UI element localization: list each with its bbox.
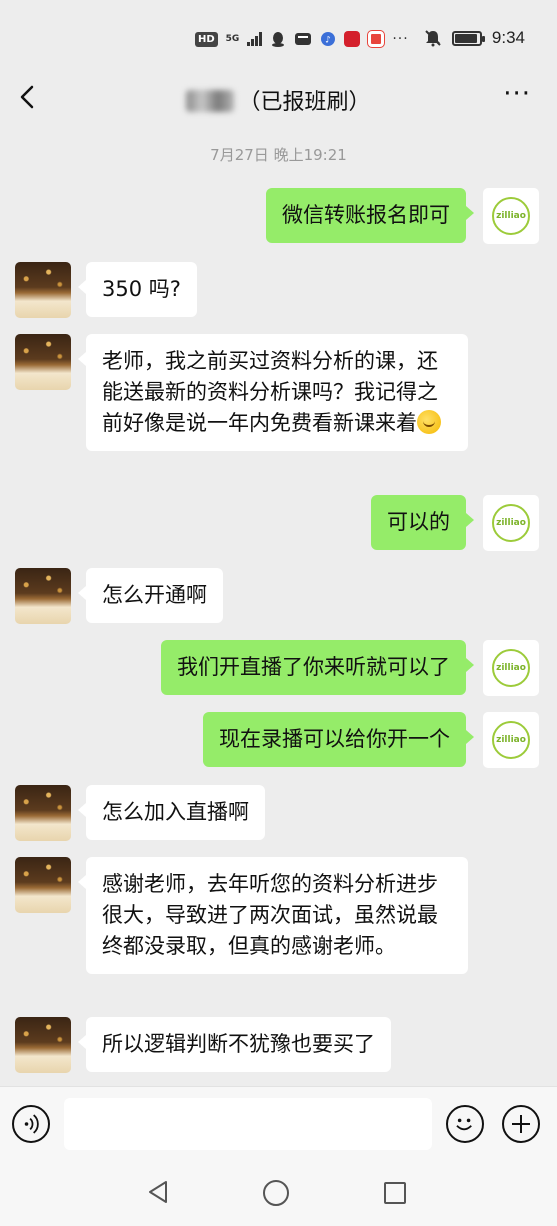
message-input-bar — [0, 1086, 557, 1158]
logo-text: zilliao — [496, 518, 526, 528]
zilliao-logo: zilliao — [492, 197, 530, 235]
self-avatar[interactable]: zilliao — [483, 495, 539, 551]
5g-signal-icon: 5G — [226, 34, 240, 44]
message-bubble-sent[interactable]: 现在录播可以给你开一个 — [203, 712, 474, 767]
qq-icon — [272, 32, 285, 47]
logo-text: zilliao — [496, 735, 526, 745]
voice-input-icon[interactable] — [12, 1105, 50, 1143]
chat-title: （已报班刷） — [0, 84, 557, 116]
status-icons-left: HD 5G ♪ ··· — [195, 28, 409, 50]
message-text: 微信转账报名即可 — [282, 203, 450, 227]
more-actions-plus-icon[interactable] — [502, 1105, 540, 1143]
nav-home-circle-icon[interactable] — [263, 1180, 289, 1206]
message-input[interactable] — [64, 1098, 432, 1150]
message-bubble-received[interactable]: 怎么开通啊 — [78, 568, 223, 623]
message-bubble-received[interactable]: 感谢老师，去年听您的资料分析进步很大，导致进了两次面试，虽然说最终都没录取，但真… — [78, 857, 468, 974]
contact-avatar[interactable] — [15, 785, 71, 841]
message-text: 感谢老师，去年听您的资料分析进步很大，导致进了两次面试，虽然说最终都没录取，但真… — [102, 872, 438, 958]
self-avatar[interactable]: zilliao — [483, 712, 539, 768]
message-bubble-received[interactable]: 350 吗? — [78, 262, 197, 317]
more-dots-icon: ··· — [392, 31, 409, 47]
message-bubble-received[interactable]: 怎么加入直播啊 — [78, 785, 265, 840]
app-icon — [344, 31, 361, 47]
app-icon-2 — [367, 30, 386, 48]
contact-avatar[interactable] — [15, 334, 71, 390]
message-text: 怎么加入直播啊 — [102, 800, 249, 824]
message-text: 怎么开通啊 — [102, 583, 207, 607]
contact-avatar[interactable] — [15, 857, 71, 913]
wechat-status-icon — [295, 33, 312, 45]
message-bubble-sent[interactable]: 我们开直播了你来听就可以了 — [161, 640, 474, 695]
music-icon: ♪ — [321, 32, 336, 46]
contact-avatar[interactable] — [15, 262, 71, 318]
message-text: 现在录播可以给你开一个 — [219, 727, 450, 751]
message-text: 350 吗? — [102, 277, 181, 301]
logo-text: zilliao — [496, 211, 526, 221]
mute-icon — [425, 30, 441, 47]
message-bubble-sent[interactable]: 微信转账报名即可 — [266, 188, 474, 243]
clock: 9:34 — [491, 28, 525, 47]
status-bar: HD 5G ♪ ··· 9:34 — [0, 0, 557, 70]
contact-avatar[interactable] — [15, 568, 71, 624]
chat-header: （已报班刷） ··· — [0, 70, 557, 126]
self-avatar[interactable]: zilliao — [483, 188, 539, 244]
svg-text:♪: ♪ — [325, 36, 331, 46]
message-bubble-received[interactable]: 老师，我之前买过资料分析的课，还能送最新的资料分析课吗？我记得之前好像是说一年内… — [78, 334, 468, 451]
message-text: 老师，我之前买过资料分析的课，还能送最新的资料分析课吗？我记得之前好像是说一年内… — [102, 349, 438, 435]
zilliao-logo: zilliao — [492, 504, 530, 542]
emoji-icon — [417, 410, 441, 434]
message-bubble-sent[interactable]: 可以的 — [371, 495, 474, 550]
blurred-contact-name — [186, 90, 235, 112]
more-options-button[interactable]: ··· — [503, 81, 531, 107]
battery-icon — [451, 30, 485, 46]
system-navigation-bar — [0, 1158, 557, 1226]
message-bubble-received[interactable]: 所以逻辑判断不犹豫也要买了 — [78, 1017, 391, 1072]
nav-back-triangle-icon[interactable] — [146, 1180, 170, 1204]
message-timestamp: 7月27日 晚上19:21 — [210, 146, 347, 164]
contact-avatar[interactable] — [15, 1017, 71, 1073]
message-text: 可以的 — [387, 510, 450, 534]
self-avatar[interactable]: zilliao — [483, 640, 539, 696]
message-text: 我们开直播了你来听就可以了 — [177, 655, 450, 679]
signal-label: 5G — [225, 34, 240, 44]
emoji-picker-icon[interactable] — [446, 1105, 484, 1143]
nav-recent-apps-icon[interactable] — [384, 1182, 406, 1204]
zilliao-logo: zilliao — [492, 649, 530, 687]
zilliao-logo: zilliao — [492, 721, 530, 759]
logo-text: zilliao — [496, 663, 526, 673]
chat-title-suffix: （已报班刷） — [238, 90, 371, 115]
signal-bars-icon — [247, 32, 263, 46]
message-text: 所以逻辑判断不犹豫也要买了 — [102, 1032, 375, 1056]
status-icons-right: 9:34 — [424, 26, 525, 50]
hd-icon: HD — [195, 31, 218, 47]
